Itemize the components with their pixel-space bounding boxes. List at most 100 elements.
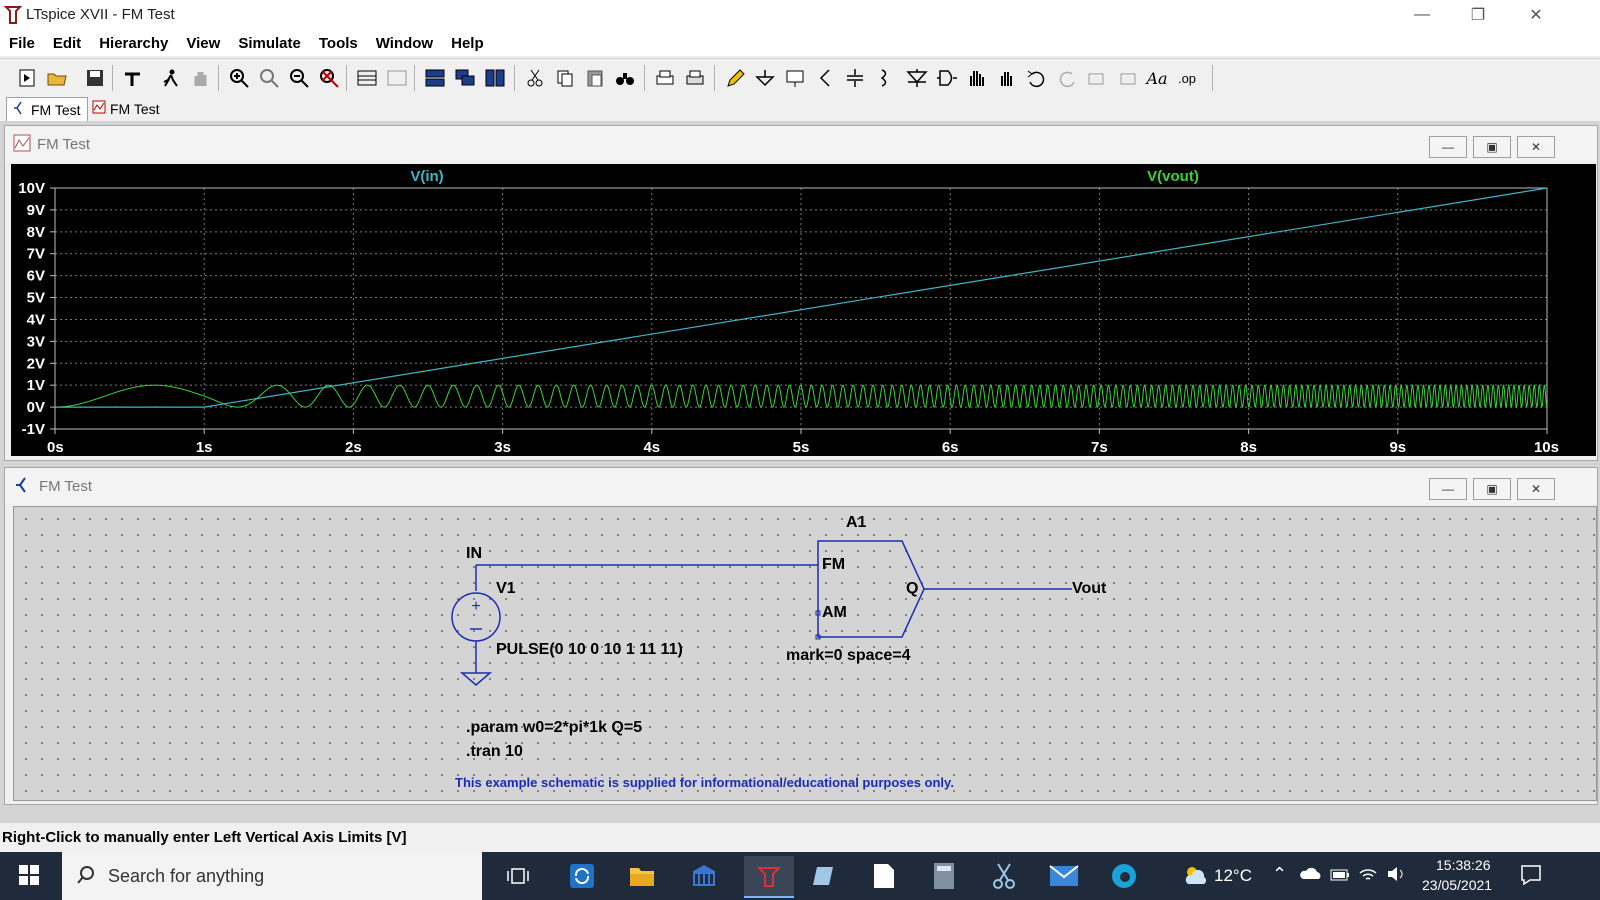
menu-help[interactable]: Help — [442, 35, 493, 52]
print-icon[interactable] — [652, 65, 678, 91]
source-ref-label[interactable]: V1 — [496, 580, 516, 598]
redo-icon[interactable] — [1054, 65, 1080, 91]
minimize-icon[interactable]: — — [1429, 136, 1467, 158]
run-icon[interactable] — [158, 65, 184, 91]
component-icon[interactable] — [934, 65, 960, 91]
zoom-full-icon[interactable] — [316, 65, 342, 91]
waveform-icon — [13, 134, 31, 155]
menu-view[interactable]: View — [177, 35, 229, 52]
clock-time[interactable]: 15:38:26 — [1436, 857, 1491, 873]
schematic-window-titlebar[interactable]: FM Test — ▣ ✕ — [5, 468, 1597, 504]
halt-hand-icon[interactable] — [188, 65, 214, 91]
block-ref-label[interactable]: A1 — [846, 514, 866, 532]
text-icon[interactable]: Aa — [1144, 65, 1170, 91]
copy-icon[interactable] — [552, 65, 578, 91]
delete-traces-icon[interactable] — [384, 65, 410, 91]
ground-symbol[interactable] — [459, 672, 493, 686]
tab-waveform[interactable]: FM Test — [86, 97, 166, 120]
close-icon[interactable]: ✕ — [1517, 478, 1555, 500]
paste-icon[interactable] — [582, 65, 608, 91]
close-icon[interactable]: ✕ — [1517, 136, 1555, 158]
draw-wire-pencil-icon[interactable] — [722, 65, 748, 91]
inductor-icon[interactable] — [872, 65, 898, 91]
title-bar[interactable]: LTspice XVII - FM Test — ❐ ✕ — [0, 0, 1600, 30]
undo-icon[interactable] — [1024, 65, 1050, 91]
tile-horizontal-icon[interactable] — [422, 65, 448, 91]
param-directive[interactable]: .param w0=2*pi*1k Q=5 — [466, 719, 642, 737]
drag-hand-icon[interactable] — [994, 65, 1020, 91]
menu-tools[interactable]: Tools — [310, 35, 367, 52]
block-params-label[interactable]: mark=0 space=4 — [786, 647, 911, 665]
pan-icon[interactable] — [256, 65, 282, 91]
cut-icon[interactable] — [522, 65, 548, 91]
voltage-source-v1[interactable]: + — [451, 592, 501, 673]
bank-app-icon[interactable] — [688, 860, 720, 892]
minimize-icon[interactable]: — — [1429, 478, 1467, 500]
menu-simulate[interactable]: Simulate — [229, 35, 310, 52]
ltspice-taskbar-icon[interactable] — [744, 856, 794, 898]
maximize-icon[interactable]: ▣ — [1473, 136, 1511, 158]
waveform-plot[interactable]: 10V 9V 8V 7V 6V 5V 4V 3V 2V 1V 0V -1V 0s 1s 2s 3s 4s 5s 6s… — [11, 164, 1596, 456]
clock-date[interactable]: 23/05/2021 — [1422, 877, 1492, 893]
tran-directive[interactable]: .tran 10 — [466, 743, 523, 761]
open-folder-icon[interactable] — [44, 65, 70, 91]
rotate-icon[interactable] — [1084, 65, 1110, 91]
file-explorer-icon[interactable] — [626, 860, 658, 892]
notifications-icon[interactable] — [1520, 864, 1542, 890]
mail-icon[interactable] — [1048, 860, 1080, 892]
taskbar-search-box[interactable]: Search for anything — [62, 852, 482, 900]
snipping-tool-icon[interactable] — [988, 860, 1020, 892]
restore-window-icon[interactable]: ❐ — [1450, 0, 1506, 30]
svg-text:+: + — [471, 598, 480, 615]
maximize-icon[interactable]: ▣ — [1473, 478, 1511, 500]
notepad-app-icon[interactable] — [808, 860, 840, 892]
print-preview-icon[interactable] — [682, 65, 708, 91]
spice-directive-icon[interactable]: .op — [1174, 65, 1200, 91]
menu-edit[interactable]: Edit — [44, 35, 90, 52]
ground-icon[interactable] — [752, 65, 778, 91]
wifi-icon[interactable] — [1358, 865, 1378, 887]
autorange-icon[interactable] — [354, 65, 380, 91]
control-panel-hammer-icon[interactable] — [120, 65, 146, 91]
disclaimer-comment[interactable]: This example schematic is supplied for i… — [455, 775, 954, 790]
net-label-vout[interactable]: Vout — [1072, 580, 1106, 598]
diode-icon[interactable] — [904, 65, 930, 91]
volume-icon[interactable] — [1386, 865, 1408, 887]
minimize-window-icon[interactable]: — — [1394, 0, 1450, 30]
menu-file[interactable]: File — [0, 35, 44, 52]
menu-window[interactable]: Window — [367, 35, 442, 52]
source-value-label[interactable]: PULSE(0 10 0 10 1 11 11) — [496, 641, 683, 659]
move-hand-icon[interactable] — [964, 65, 990, 91]
waveform-chart[interactable]: 10V 9V 8V 7V 6V 5V 4V 3V 2V 1V 0V -1V0s 1s 2s 3s 4s 5s 6s… — [11, 164, 1596, 456]
menu-hierarchy[interactable]: Hierarchy — [90, 35, 177, 52]
pin-label-fm: FM — [822, 556, 846, 573]
tile-vertical-icon[interactable] — [482, 65, 508, 91]
show-hidden-icons-chevron-up-icon[interactable]: ⌃ — [1272, 864, 1287, 885]
weather-icon[interactable] — [1180, 860, 1212, 892]
document-icon[interactable] — [868, 860, 900, 892]
mirror-icon[interactable] — [1114, 65, 1140, 91]
onedrive-cloud-icon[interactable] — [1300, 866, 1322, 884]
close-window-icon[interactable]: ✕ — [1508, 0, 1564, 30]
sync-app-icon[interactable] — [566, 860, 598, 892]
tab-schematic[interactable]: FM Test — [6, 97, 88, 121]
capacitor-icon[interactable] — [842, 65, 868, 91]
save-icon[interactable] — [82, 65, 108, 91]
cascade-icon[interactable] — [452, 65, 478, 91]
edge-browser-icon[interactable] — [1108, 860, 1140, 892]
resistor-icon[interactable] — [812, 65, 838, 91]
start-button[interactable] — [0, 852, 58, 900]
find-binoculars-icon[interactable] — [612, 65, 638, 91]
net-label-in[interactable]: IN — [466, 545, 482, 563]
zoom-in-icon[interactable] — [226, 65, 252, 91]
label-net-icon[interactable] — [782, 65, 808, 91]
waveform-window-titlebar[interactable]: FM Test — ▣ ✕ — [5, 126, 1597, 162]
task-view-icon[interactable] — [502, 860, 534, 892]
calculator-icon[interactable] — [928, 860, 960, 892]
schematic-canvas[interactable]: + IN V1 PULSE(0 10 0 10 1 11 11) A1 FM A… — [13, 506, 1597, 801]
schematic-icon — [13, 101, 27, 118]
zoom-out-icon[interactable] — [286, 65, 312, 91]
battery-icon[interactable] — [1330, 868, 1350, 885]
weather-temperature[interactable]: 12°C — [1214, 866, 1252, 886]
new-schematic-icon[interactable] — [14, 65, 40, 91]
